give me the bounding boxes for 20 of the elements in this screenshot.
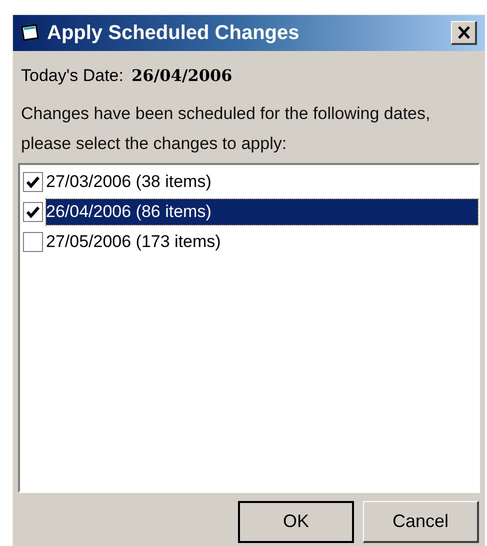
item-label: 27/03/2006 (38 items) [46,170,212,193]
list-item[interactable]: 26/04/2006 (86 items) [23,196,478,226]
window-icon [21,24,41,42]
item-label: 27/05/2006 (173 items) [46,230,222,253]
checkmark-icon [26,176,40,188]
instructions-text: Changes have been scheduled for the following dates, please select the changes to apply: [20,102,432,154]
date-value: 26/04/2006 [131,65,232,87]
dialog-button[interactable]: Cancel [363,500,479,542]
list-item[interactable]: 27/03/2006 (38 items) [23,166,478,196]
list-item[interactable]: 27/05/2006 (173 items) [23,226,478,256]
checkbox[interactable] [23,202,43,222]
item-label: 26/04/2006 (86 items) [46,198,478,224]
close-icon [456,26,470,39]
date-label: Today's Date: [21,65,124,87]
dialog-button[interactable]: OK [238,500,354,542]
checkbox[interactable] [23,232,43,252]
close-button[interactable] [451,21,477,45]
window-title: Apply Scheduled Changes [47,21,300,46]
checkmark-icon [26,206,40,218]
checkbox[interactable] [23,172,43,192]
